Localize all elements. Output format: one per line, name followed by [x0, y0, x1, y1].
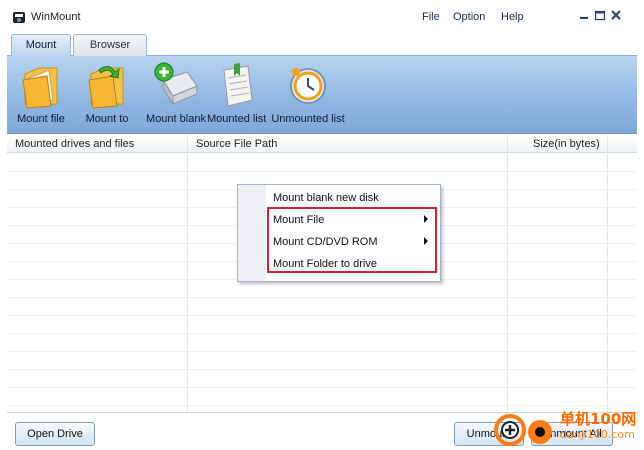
menu-item-label: Mount blank new disk [273, 192, 379, 204]
maximize-icon[interactable] [593, 8, 607, 22]
mount-file-button[interactable]: Mount file [15, 60, 67, 125]
tab-bar: Mount Browser [7, 32, 637, 56]
column-header-mounted[interactable]: Mounted drives and files [15, 138, 134, 150]
tab-mount[interactable]: Mount [11, 34, 71, 56]
app-title: WinMount [31, 11, 81, 23]
unmounted-list-label: Unmounted list [271, 113, 345, 125]
mount-blank-button[interactable]: Mount blank [145, 60, 207, 125]
column-divider[interactable] [607, 135, 608, 412]
column-header-size[interactable]: Size(in bytes) [533, 138, 600, 150]
row-gridline [7, 171, 637, 172]
mount-blank-label: Mount blank [146, 113, 206, 125]
column-divider[interactable] [187, 135, 188, 412]
mounted-list-button[interactable]: Mounted list [207, 60, 267, 125]
mount-to-label: Mount to [85, 113, 129, 125]
menu-file[interactable]: File [422, 11, 440, 23]
tab-browser[interactable]: Browser [73, 34, 147, 56]
menu-item-mount-blank-new-disk[interactable]: Mount blank new disk [273, 192, 438, 204]
document-list-icon [223, 63, 253, 107]
clock-disk-icon [290, 68, 326, 104]
column-divider[interactable] [507, 135, 508, 412]
list-header: Mounted drives and files Source File Pat… [7, 135, 637, 153]
context-menu-gutter [238, 185, 266, 281]
menu-option[interactable]: Option [453, 11, 485, 23]
folder-arrow-icon [88, 66, 124, 109]
watermark-url: danji100.com [560, 428, 635, 441]
disk-add-icon [154, 62, 198, 106]
minimize-icon[interactable] [577, 8, 591, 22]
menu-help[interactable]: Help [501, 11, 524, 23]
title-bar: WinMount File Option Help [7, 0, 637, 32]
unmounted-list-button[interactable]: Unmounted list [271, 60, 345, 125]
open-drive-button[interactable]: Open Drive [15, 422, 95, 446]
row-gridline [7, 369, 637, 370]
row-gridline [7, 387, 637, 388]
row-gridline [7, 333, 637, 334]
mount-to-button[interactable]: Mount to [81, 60, 133, 125]
mount-file-label: Mount file [17, 113, 65, 125]
row-gridline [7, 351, 637, 352]
winmount-logo-icon [13, 12, 25, 23]
column-header-source-path[interactable]: Source File Path [196, 138, 277, 150]
folder-file-icon [22, 67, 58, 109]
highlight-annotation-box [267, 207, 437, 273]
mounted-list-label: Mounted list [207, 113, 267, 125]
watermark-text: 单机100网 [560, 410, 637, 428]
toolbar: Mount file Mount to Mount blank Mounted … [7, 56, 637, 134]
row-gridline [7, 315, 637, 316]
row-gridline [7, 297, 637, 298]
close-icon[interactable] [609, 8, 623, 22]
